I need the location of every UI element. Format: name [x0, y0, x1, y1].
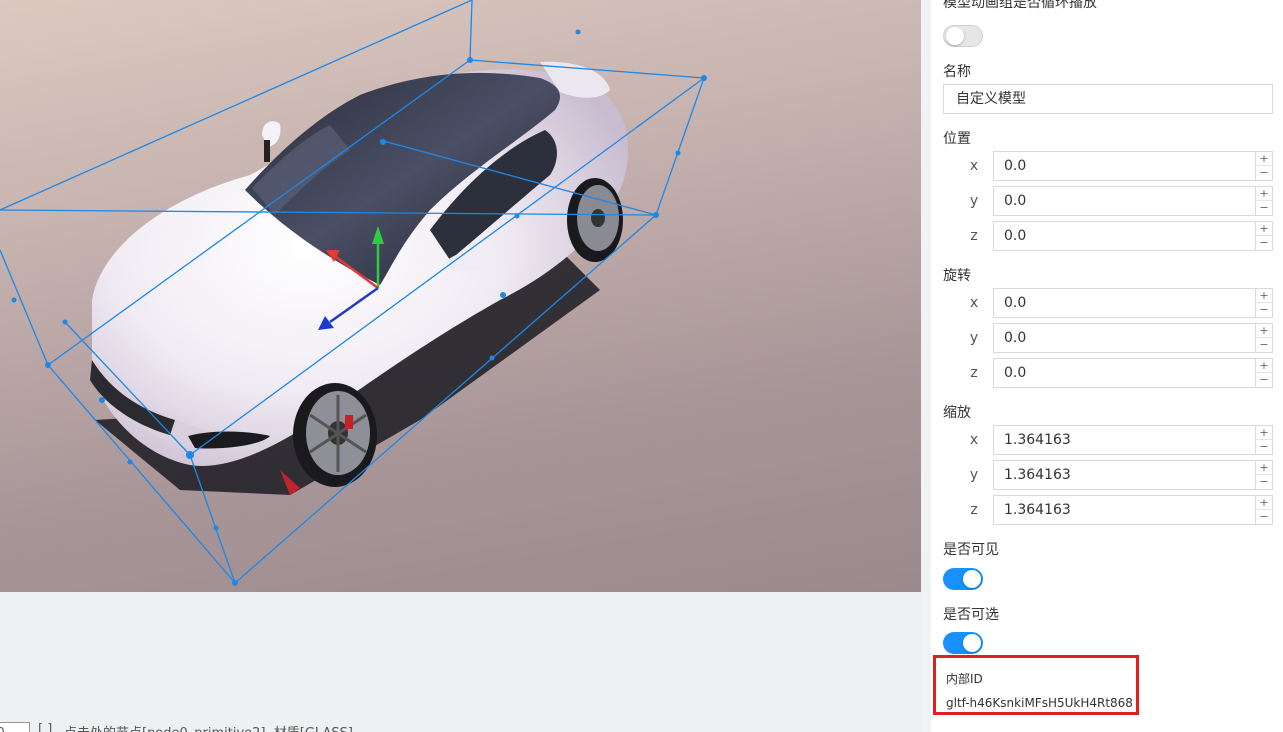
properties-panel: 模型动画组是否循环播放 名称 自定义模型 位置 x 0.0 + − y 0.0 + − …: [931, 0, 1283, 732]
position-x-input[interactable]: 0.0 + −: [993, 151, 1273, 181]
scale-y-stepper[interactable]: + −: [1255, 461, 1272, 489]
decrement-icon[interactable]: −: [1256, 201, 1272, 215]
visible-label: 是否可见: [943, 542, 999, 558]
name-input[interactable]: 自定义模型: [943, 84, 1273, 114]
position-z-input[interactable]: 0.0 + −: [993, 221, 1273, 251]
rotation-label: 旋转: [943, 268, 971, 284]
rotation-x-label: x: [969, 295, 979, 311]
rotation-z-value: 0.0: [1004, 365, 1027, 381]
decrement-icon[interactable]: −: [1256, 373, 1272, 387]
picked-node-info: 点击处的节点[node0_primitive2], 材质[GLASS]: [64, 722, 353, 732]
rotation-x-input[interactable]: 0.0 + −: [993, 288, 1273, 318]
position-y-input[interactable]: 0.0 + −: [993, 186, 1273, 216]
scale-z-label: z: [970, 502, 978, 518]
position-x-stepper[interactable]: + −: [1255, 152, 1272, 180]
decrement-icon[interactable]: −: [1256, 510, 1272, 524]
position-z-stepper[interactable]: + −: [1255, 222, 1272, 250]
increment-icon[interactable]: +: [1256, 187, 1272, 201]
name-label: 名称: [943, 64, 971, 80]
scale-y-value: 1.364163: [1004, 467, 1071, 483]
rear-wheel: [567, 178, 623, 262]
internal-id-highlight: 内部ID gltf-h46KsnkiMFsH5UkH4Rt868: [933, 655, 1139, 715]
scale-z-input[interactable]: 1.364163 + −: [993, 495, 1273, 525]
decrement-icon[interactable]: −: [1256, 440, 1272, 454]
position-y-stepper[interactable]: + −: [1255, 187, 1272, 215]
loop-animation-toggle[interactable]: [943, 25, 983, 47]
increment-icon[interactable]: +: [1256, 426, 1272, 440]
toggle-knob: [963, 634, 981, 652]
increment-icon[interactable]: +: [1256, 152, 1272, 166]
scale-x-stepper[interactable]: + −: [1255, 426, 1272, 454]
scale-x-label: x: [969, 432, 979, 448]
internal-id-label: 内部ID: [946, 672, 983, 686]
internal-id-value: gltf-h46KsnkiMFsH5UkH4Rt868: [946, 696, 1133, 710]
fullscreen-icon[interactable]: [ ]: [38, 722, 52, 732]
viewport-footer-area: [0, 592, 921, 732]
rotation-z-input[interactable]: 0.0 + −: [993, 358, 1273, 388]
selectable-label: 是否可选: [943, 607, 999, 623]
decrement-icon[interactable]: −: [1256, 338, 1272, 352]
increment-icon[interactable]: +: [1256, 461, 1272, 475]
increment-icon[interactable]: +: [1256, 324, 1272, 338]
scene-canvas[interactable]: [0, 0, 921, 592]
loop-animation-label: 模型动画组是否循环播放: [943, 0, 1097, 11]
position-x-value: 0.0: [1004, 158, 1027, 174]
increment-icon[interactable]: +: [1256, 289, 1272, 303]
rotation-y-label: y: [969, 330, 979, 346]
rotation-x-value: 0.0: [1004, 295, 1027, 311]
visible-toggle[interactable]: [943, 568, 983, 590]
increment-icon[interactable]: +: [1256, 222, 1272, 236]
position-label: 位置: [943, 131, 971, 147]
scale-z-value: 1.364163: [1004, 502, 1071, 518]
3d-viewport[interactable]: [0, 0, 921, 592]
panel-divider: [921, 0, 931, 732]
scale-label: 缩放: [943, 405, 971, 421]
position-z-label: z: [970, 228, 978, 244]
front-wheel: [293, 383, 377, 487]
decrement-icon[interactable]: −: [1256, 166, 1272, 180]
decrement-icon[interactable]: −: [1256, 475, 1272, 489]
toggle-knob: [946, 27, 964, 45]
rotation-z-label: z: [970, 365, 978, 381]
rotation-y-input[interactable]: 0.0 + −: [993, 323, 1273, 353]
decrement-icon[interactable]: −: [1256, 236, 1272, 250]
rotation-x-stepper[interactable]: + −: [1255, 289, 1272, 317]
position-z-value: 0.0: [1004, 228, 1027, 244]
decrement-icon[interactable]: −: [1256, 303, 1272, 317]
scale-z-stepper[interactable]: + −: [1255, 496, 1272, 524]
toggle-knob: [963, 570, 981, 588]
position-y-label: y: [969, 193, 979, 209]
scale-x-input[interactable]: 1.364163 + −: [993, 425, 1273, 455]
status-bar: 0 [ ] 点击处的节点[node0_primitive2], 材质[GLASS…: [0, 720, 921, 732]
scale-y-label: y: [969, 467, 979, 483]
scale-y-input[interactable]: 1.364163 + −: [993, 460, 1273, 490]
increment-icon[interactable]: +: [1256, 359, 1272, 373]
rotation-y-stepper[interactable]: + −: [1255, 324, 1272, 352]
rotation-y-value: 0.0: [1004, 330, 1027, 346]
position-x-label: x: [969, 158, 979, 174]
scale-x-value: 1.364163: [1004, 432, 1071, 448]
selectable-toggle[interactable]: [943, 632, 983, 654]
rotation-z-stepper[interactable]: + −: [1255, 359, 1272, 387]
car-mirror-stem: [264, 140, 270, 162]
status-number-input[interactable]: 0: [0, 722, 30, 732]
position-y-value: 0.0: [1004, 193, 1027, 209]
increment-icon[interactable]: +: [1256, 496, 1272, 510]
